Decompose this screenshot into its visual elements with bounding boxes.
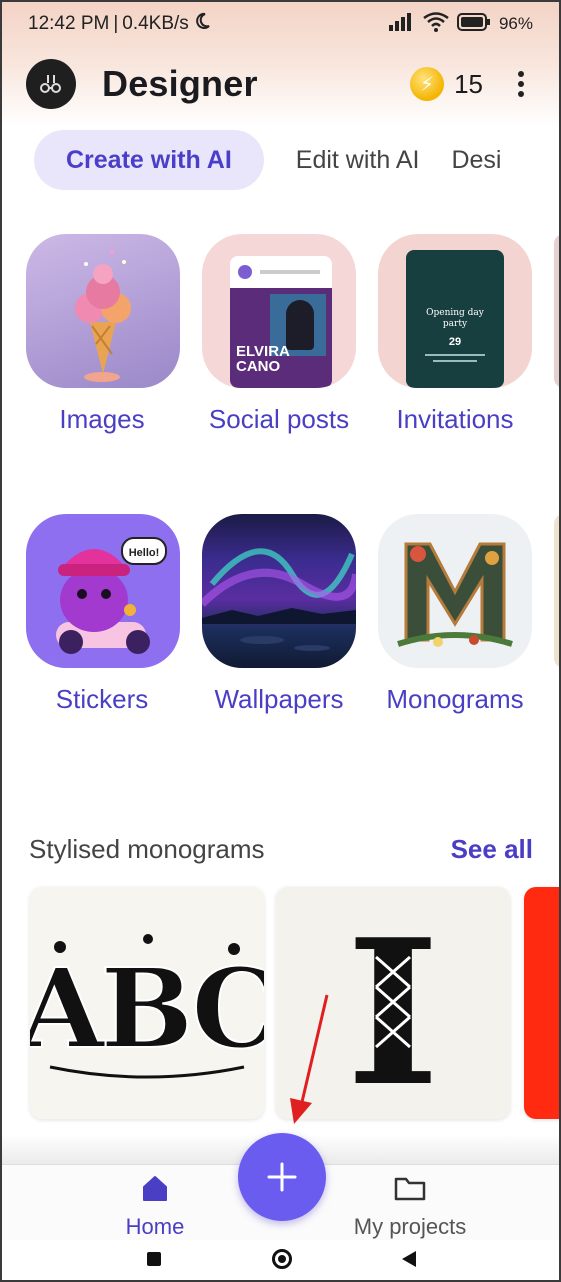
tab-edit-with-ai[interactable]: Edit with AI xyxy=(296,146,420,175)
nav-projects-label: My projects xyxy=(353,1214,467,1239)
wallpapers-thumbnail[interactable] xyxy=(202,514,356,668)
system-navigation-bar xyxy=(2,1240,559,1280)
wifi-icon xyxy=(423,11,449,37)
nav-home-label: Home xyxy=(125,1214,185,1239)
nav-my-projects[interactable]: My projects xyxy=(342,1173,478,1240)
next-category-thumbnail-2[interactable] xyxy=(554,514,559,668)
moon-icon xyxy=(193,12,211,36)
stickers-thumbnail[interactable]: Hello! xyxy=(26,514,180,668)
signal-icon xyxy=(388,12,415,36)
next-category-thumbnail[interactable] xyxy=(554,234,559,388)
home-icon xyxy=(143,1176,167,1201)
monogram-abc-text: ABC xyxy=(30,944,264,1073)
category-label-images: Images xyxy=(59,404,145,434)
create-fab-button[interactable] xyxy=(238,1133,326,1221)
invite-day: 29 xyxy=(448,336,462,348)
category-label-social-posts: Social posts xyxy=(208,404,350,434)
social-posts-thumbnail[interactable]: ELVIRA CANO xyxy=(202,234,356,388)
status-bar: 12:42 PM | 0.4KB/s 96% xyxy=(2,2,559,46)
screen: 12:42 PM | 0.4KB/s 96% Designer ⚡ 15 Cre… xyxy=(0,0,561,1282)
folder-icon xyxy=(394,1177,426,1201)
battery-percent: 96% xyxy=(498,14,533,33)
see-all-link[interactable]: See all xyxy=(451,834,533,865)
social-post-name: ELVIRA CANO xyxy=(236,343,290,375)
home-system-button[interactable] xyxy=(272,1249,292,1269)
battery-icon xyxy=(456,12,491,36)
tab-design[interactable]: Desi xyxy=(451,146,501,175)
avatar[interactable] xyxy=(26,59,76,109)
monograms-thumbnail[interactable] xyxy=(378,514,532,668)
category-label-stickers: Stickers xyxy=(55,684,149,714)
monogram-card-abc[interactable]: ABC xyxy=(30,887,264,1119)
more-options-icon[interactable] xyxy=(511,67,531,101)
tab-create-with-ai[interactable]: Create with AI xyxy=(34,130,264,190)
category-label-invitations: Invitations xyxy=(396,404,514,434)
recents-button[interactable] xyxy=(147,1252,161,1266)
lightning-coin-icon: ⚡ xyxy=(410,67,445,101)
tab-bar: Create with AI Edit with AI Desi xyxy=(34,130,501,190)
plus-icon xyxy=(267,1162,297,1192)
app-bar: Designer ⚡ 15 xyxy=(2,58,559,110)
back-button[interactable] xyxy=(402,1251,416,1267)
category-label-wallpapers: Wallpapers xyxy=(214,684,344,714)
coin-balance[interactable]: ⚡ 15 xyxy=(410,67,483,101)
status-time: 12:42 PM xyxy=(28,13,110,34)
section-title: Stylised monograms xyxy=(29,834,265,864)
monogram-card-partial[interactable] xyxy=(524,887,559,1119)
app-title: Designer xyxy=(102,63,258,104)
sticker-bubble-text: Hello! xyxy=(129,547,160,559)
images-thumbnail[interactable] xyxy=(26,234,180,388)
invite-title: Opening day party xyxy=(426,308,484,329)
monogram-i-text: I xyxy=(346,896,440,1119)
invitations-thumbnail[interactable]: Opening day party 29 xyxy=(378,234,532,388)
coin-count: 15 xyxy=(454,68,483,99)
monogram-card-i[interactable]: I xyxy=(276,887,510,1119)
nav-home[interactable]: Home xyxy=(102,1173,208,1240)
status-speed: 0.4KB/s xyxy=(122,13,189,34)
category-label-monograms: Monograms xyxy=(386,684,524,714)
